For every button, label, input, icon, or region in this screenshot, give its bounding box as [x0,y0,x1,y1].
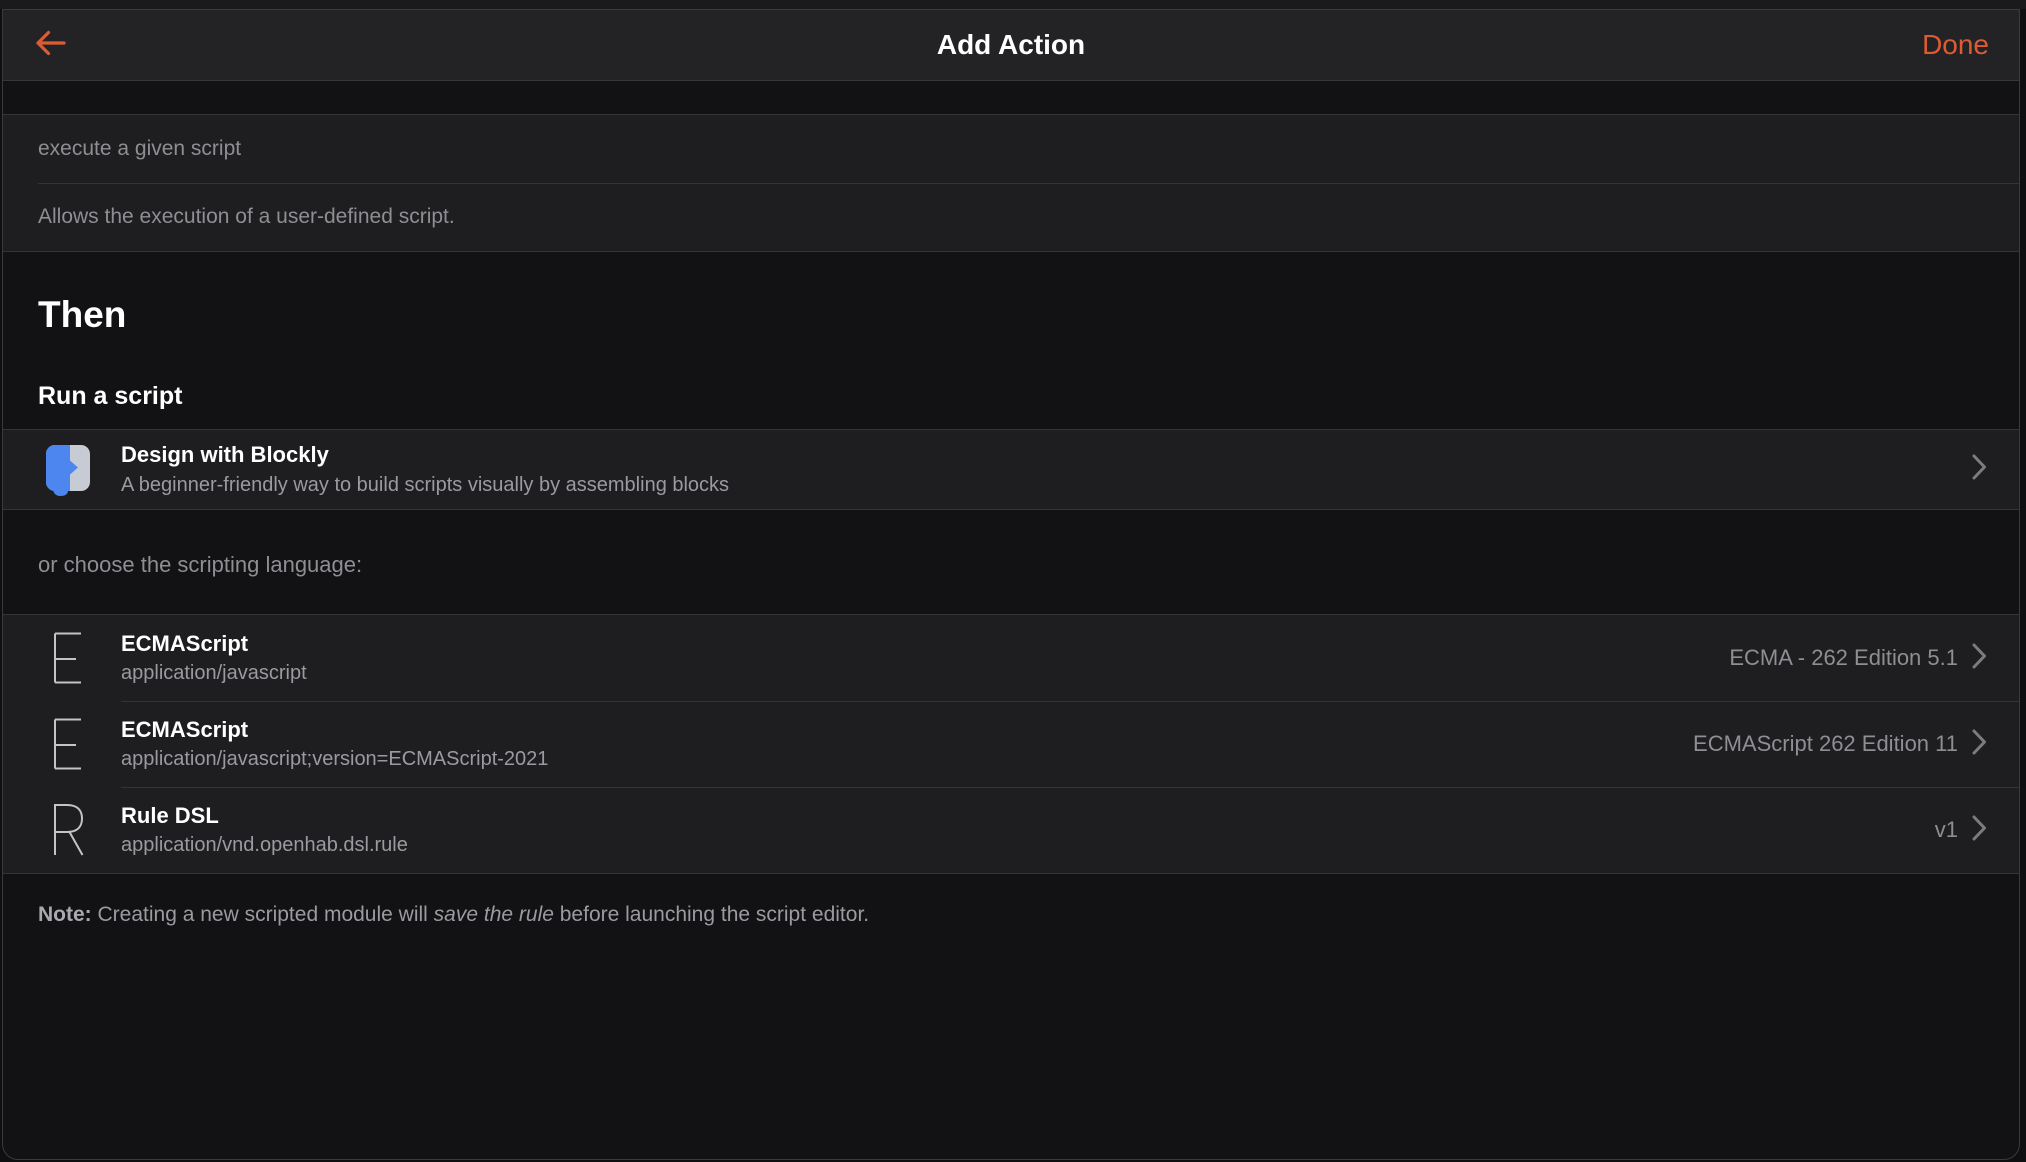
section-heading: Then [38,294,127,335]
note-text-before: Creating a new scripted module will [91,903,434,926]
blockly-list: Design with Blockly A beginner-friendly … [3,429,2019,510]
blockly-subtitle: A beginner-friendly way to build scripts… [121,473,730,496]
language-version: ECMAScript 262 Edition 11 [1693,731,1958,756]
run-a-script-title: Run a script [38,382,183,410]
note-label: Note: [38,903,92,926]
language-item-rule-dsl[interactable]: Rule DSL application/vnd.openhab.dsl.rul… [3,787,2019,873]
language-list: ECMAScript application/javascript ECMA -… [3,614,2019,874]
language-prompt: or choose the scripting language: [38,552,363,577]
language-item-ecmascript-11[interactable]: ECMAScript application/javascript;versio… [3,701,2019,787]
chevron-right-icon [1972,454,1987,485]
language-title: ECMAScript [121,716,249,742]
language-texts: Rule DSL application/vnd.openhab.dsl.rul… [121,801,1935,860]
blockly-title: Design with Blockly [121,442,329,468]
language-texts: ECMAScript application/javascript;versio… [121,715,1693,774]
module-summary-list: execute a given script Allows the execut… [3,114,2019,252]
language-mime: application/vnd.openhab.dsl.rule [121,834,408,857]
design-with-blockly-item[interactable]: Design with Blockly A beginner-friendly … [3,430,2019,509]
page-top-edge [0,0,2026,9]
letter-e-icon [45,631,91,685]
chevron-right-icon [1972,643,1987,674]
language-texts: ECMAScript application/javascript [121,629,1729,688]
note-italic: save the rule [433,903,554,926]
chevron-right-icon [1972,815,1987,846]
language-title: ECMAScript [121,630,249,656]
note-text-after: before launching the script editor. [553,903,870,926]
navbar: Add Action Done [3,10,2019,81]
add-action-popup: Add Action Done execute a given script A… [2,9,2020,1160]
back-arrow-icon [33,28,67,63]
language-version: ECMA - 262 Edition 5.1 [1729,645,1958,670]
language-mime: application/javascript;version=ECMAScrip… [121,748,549,771]
letter-r-icon [45,803,91,857]
back-button[interactable] [33,28,67,63]
language-version: v1 [1934,817,1958,842]
chevron-right-icon [1972,729,1987,760]
language-mime: application/javascript [121,662,307,685]
language-item-ecmascript-5[interactable]: ECMAScript application/javascript ECMA -… [3,615,2019,701]
done-button[interactable]: Done [1922,29,1989,61]
note-paragraph: Note: Creating a new scripted module wil… [38,900,1984,930]
letter-e-icon [45,717,91,771]
blockly-icon [45,444,91,496]
module-summary-row[interactable]: execute a given script [3,115,2019,183]
blockly-texts: Design with Blockly A beginner-friendly … [121,440,1972,499]
module-description-row: Allows the execution of a user-defined s… [3,183,2019,251]
page-title: Add Action [936,29,1086,60]
language-title: Rule DSL [121,802,219,828]
